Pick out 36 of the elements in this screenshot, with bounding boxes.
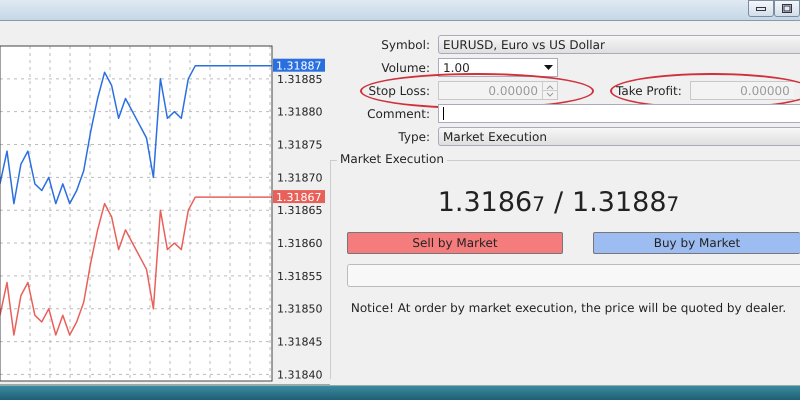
price-separator: /	[554, 187, 564, 218]
axis-label: 1.31850	[277, 302, 322, 316]
buy-button[interactable]: Buy by Market	[593, 232, 800, 254]
axis-label: 1.31860	[277, 237, 322, 250]
type-dropdown[interactable]: Market Execution	[438, 127, 800, 146]
field-label: Comment:	[366, 106, 431, 120]
axis-label: 1.31885	[277, 72, 322, 86]
axis-label: 1.31870	[277, 171, 322, 184]
field-label: Volume:	[380, 60, 431, 74]
price-tag: 1.31887	[273, 58, 325, 73]
comment-field[interactable]	[438, 104, 800, 123]
dropdown-arrow-icon	[544, 65, 553, 70]
maximize-icon	[782, 4, 792, 13]
volume-dropdown[interactable]: 1.00	[438, 58, 558, 77]
axis-label: 1.31840	[277, 368, 322, 382]
symbol-dropdown[interactable]: EURUSD, Euro vs US Dollar	[438, 35, 800, 54]
axis-label: 1.31875	[277, 138, 322, 152]
field-label: Symbol:	[380, 38, 431, 52]
sell-button[interactable]: Sell by Market	[347, 232, 563, 254]
field-label: Take Profit:	[616, 84, 683, 98]
spinner-icon	[542, 82, 557, 99]
notice-text: Notice! At order by market execution, the price will be quoted by dealer.	[350, 301, 786, 315]
group-title: Market Execution	[337, 152, 447, 166]
minimize-button[interactable]	[748, 0, 774, 17]
minimize-icon	[756, 6, 766, 10]
text-cursor	[443, 107, 444, 120]
field-label: Type:	[397, 130, 431, 144]
price-tag: 1.31867	[273, 190, 325, 204]
maximize-button[interactable]	[774, 0, 800, 17]
axis-label: 1.31855	[277, 270, 322, 283]
field-label: Stop Loss:	[368, 84, 431, 98]
bid-price: 1.31867	[438, 187, 545, 218]
axis-label: 1.31845	[277, 336, 322, 349]
axis-label: 1.31880	[277, 106, 322, 119]
ask-price: 1.31887	[572, 187, 680, 218]
axis-label: 1.31865	[277, 204, 322, 218]
